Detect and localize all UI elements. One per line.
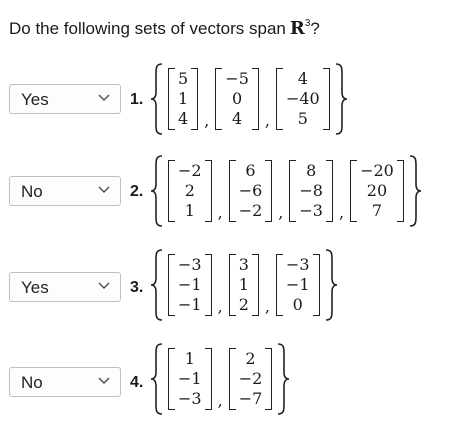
answer-select-value: Yes [21,278,49,297]
right-brace [324,248,338,322]
item-number: 3. [130,279,144,296]
question-text: Do the following sets of vectors span R3? [9,18,320,39]
vector-entry: 2 [245,349,256,368]
vector: 8 −8 −3 [289,160,333,222]
vector-entry: −1 [285,275,310,294]
vector-entry: −2 [238,201,263,220]
chevron-down-icon [98,377,110,385]
vector-entry: 20 [366,181,388,200]
vector: −3 −1 0 [275,254,320,316]
vector-entry: 1 [178,89,189,108]
vector-entry: 2 [238,295,249,314]
vector: −20 20 7 [350,160,404,222]
answer-select-4[interactable]: No [9,367,121,397]
vector-entry: −3 [178,255,202,274]
vector-set-2: −2 2 1 , 6 −6 −2 , 8 −8 −3 , −20 20 7 [150,152,422,230]
vector-entry: −2 [238,369,263,388]
vector-entry: 4 [297,69,308,88]
vector-entry: 7 [371,201,383,220]
vector-set-3: −3 −1 −1 , 3 1 2 , −3 −1 0 [150,246,338,324]
vector-entry: −1 [178,369,202,388]
vector-entry: 0 [292,295,303,314]
vector-entry: −2 [178,161,202,180]
right-brace [334,62,348,136]
vector-entry: −20 [360,161,394,180]
right-brace [276,342,290,416]
left-brace [150,154,164,228]
vector-entry: −8 [299,181,323,200]
item-number: 2. [130,183,144,200]
vector-set-4: 1 −1 −3 , 2 −2 −7 [150,340,290,418]
question-mark: ? [310,19,320,38]
chevron-down-icon [98,94,110,102]
vector-entry: −7 [238,389,263,408]
vector: 3 1 2 [228,254,259,316]
vector-entry: 1 [238,275,249,294]
vector: 6 −6 −2 [228,160,273,222]
vector-entry: 0 [231,89,243,108]
vector-entry: −40 [285,89,320,108]
vector: −2 2 1 [168,160,212,222]
vector-entry: −1 [178,275,202,294]
chevron-down-icon [98,186,110,194]
item-number: 4. [130,374,144,391]
question-prompt: Do the following sets of vectors span [9,19,286,38]
vector-entry: 1 [184,201,195,220]
answer-select-value: No [21,373,43,392]
vector-entry: −3 [299,201,323,220]
vector: 1 −1 −3 [168,348,212,410]
answer-select-1[interactable]: Yes [9,84,121,114]
vector-entry: 5 [178,69,189,88]
vector: 2 −2 −7 [228,348,273,410]
vector: −5 0 4 [215,68,259,130]
vector-entry: 4 [178,109,189,128]
chevron-down-icon [98,282,110,290]
vector-entry: 4 [231,109,243,128]
left-brace [150,62,164,136]
answer-select-2[interactable]: No [9,176,121,206]
vector: −3 −1 −1 [168,254,212,316]
vector: 5 1 4 [168,68,199,130]
vector-entry: −5 [225,69,249,88]
answer-select-3[interactable]: Yes [9,272,121,302]
vector-entry: −6 [238,181,263,200]
answer-select-value: No [21,182,43,201]
vector-entry: 5 [297,109,308,128]
vector-entry: 6 [245,161,256,180]
vector-entry: 8 [306,161,317,180]
answer-select-value: Yes [21,90,49,109]
vector-entry: −3 [285,255,310,274]
vector-entry: 1 [184,349,195,368]
vector: 4 −40 5 [275,68,330,130]
vector-set-1: 5 1 4 , −5 0 4 , 4 −40 5 [150,60,348,138]
item-number: 1. [130,91,144,108]
space-symbol: R [289,18,305,39]
left-brace [150,342,164,416]
vector-entry: −3 [178,389,202,408]
right-brace [408,154,422,228]
left-brace [150,248,164,322]
vector-entry: 2 [184,181,195,200]
vector-entry: 3 [238,255,249,274]
vector-entry: −1 [178,295,202,314]
